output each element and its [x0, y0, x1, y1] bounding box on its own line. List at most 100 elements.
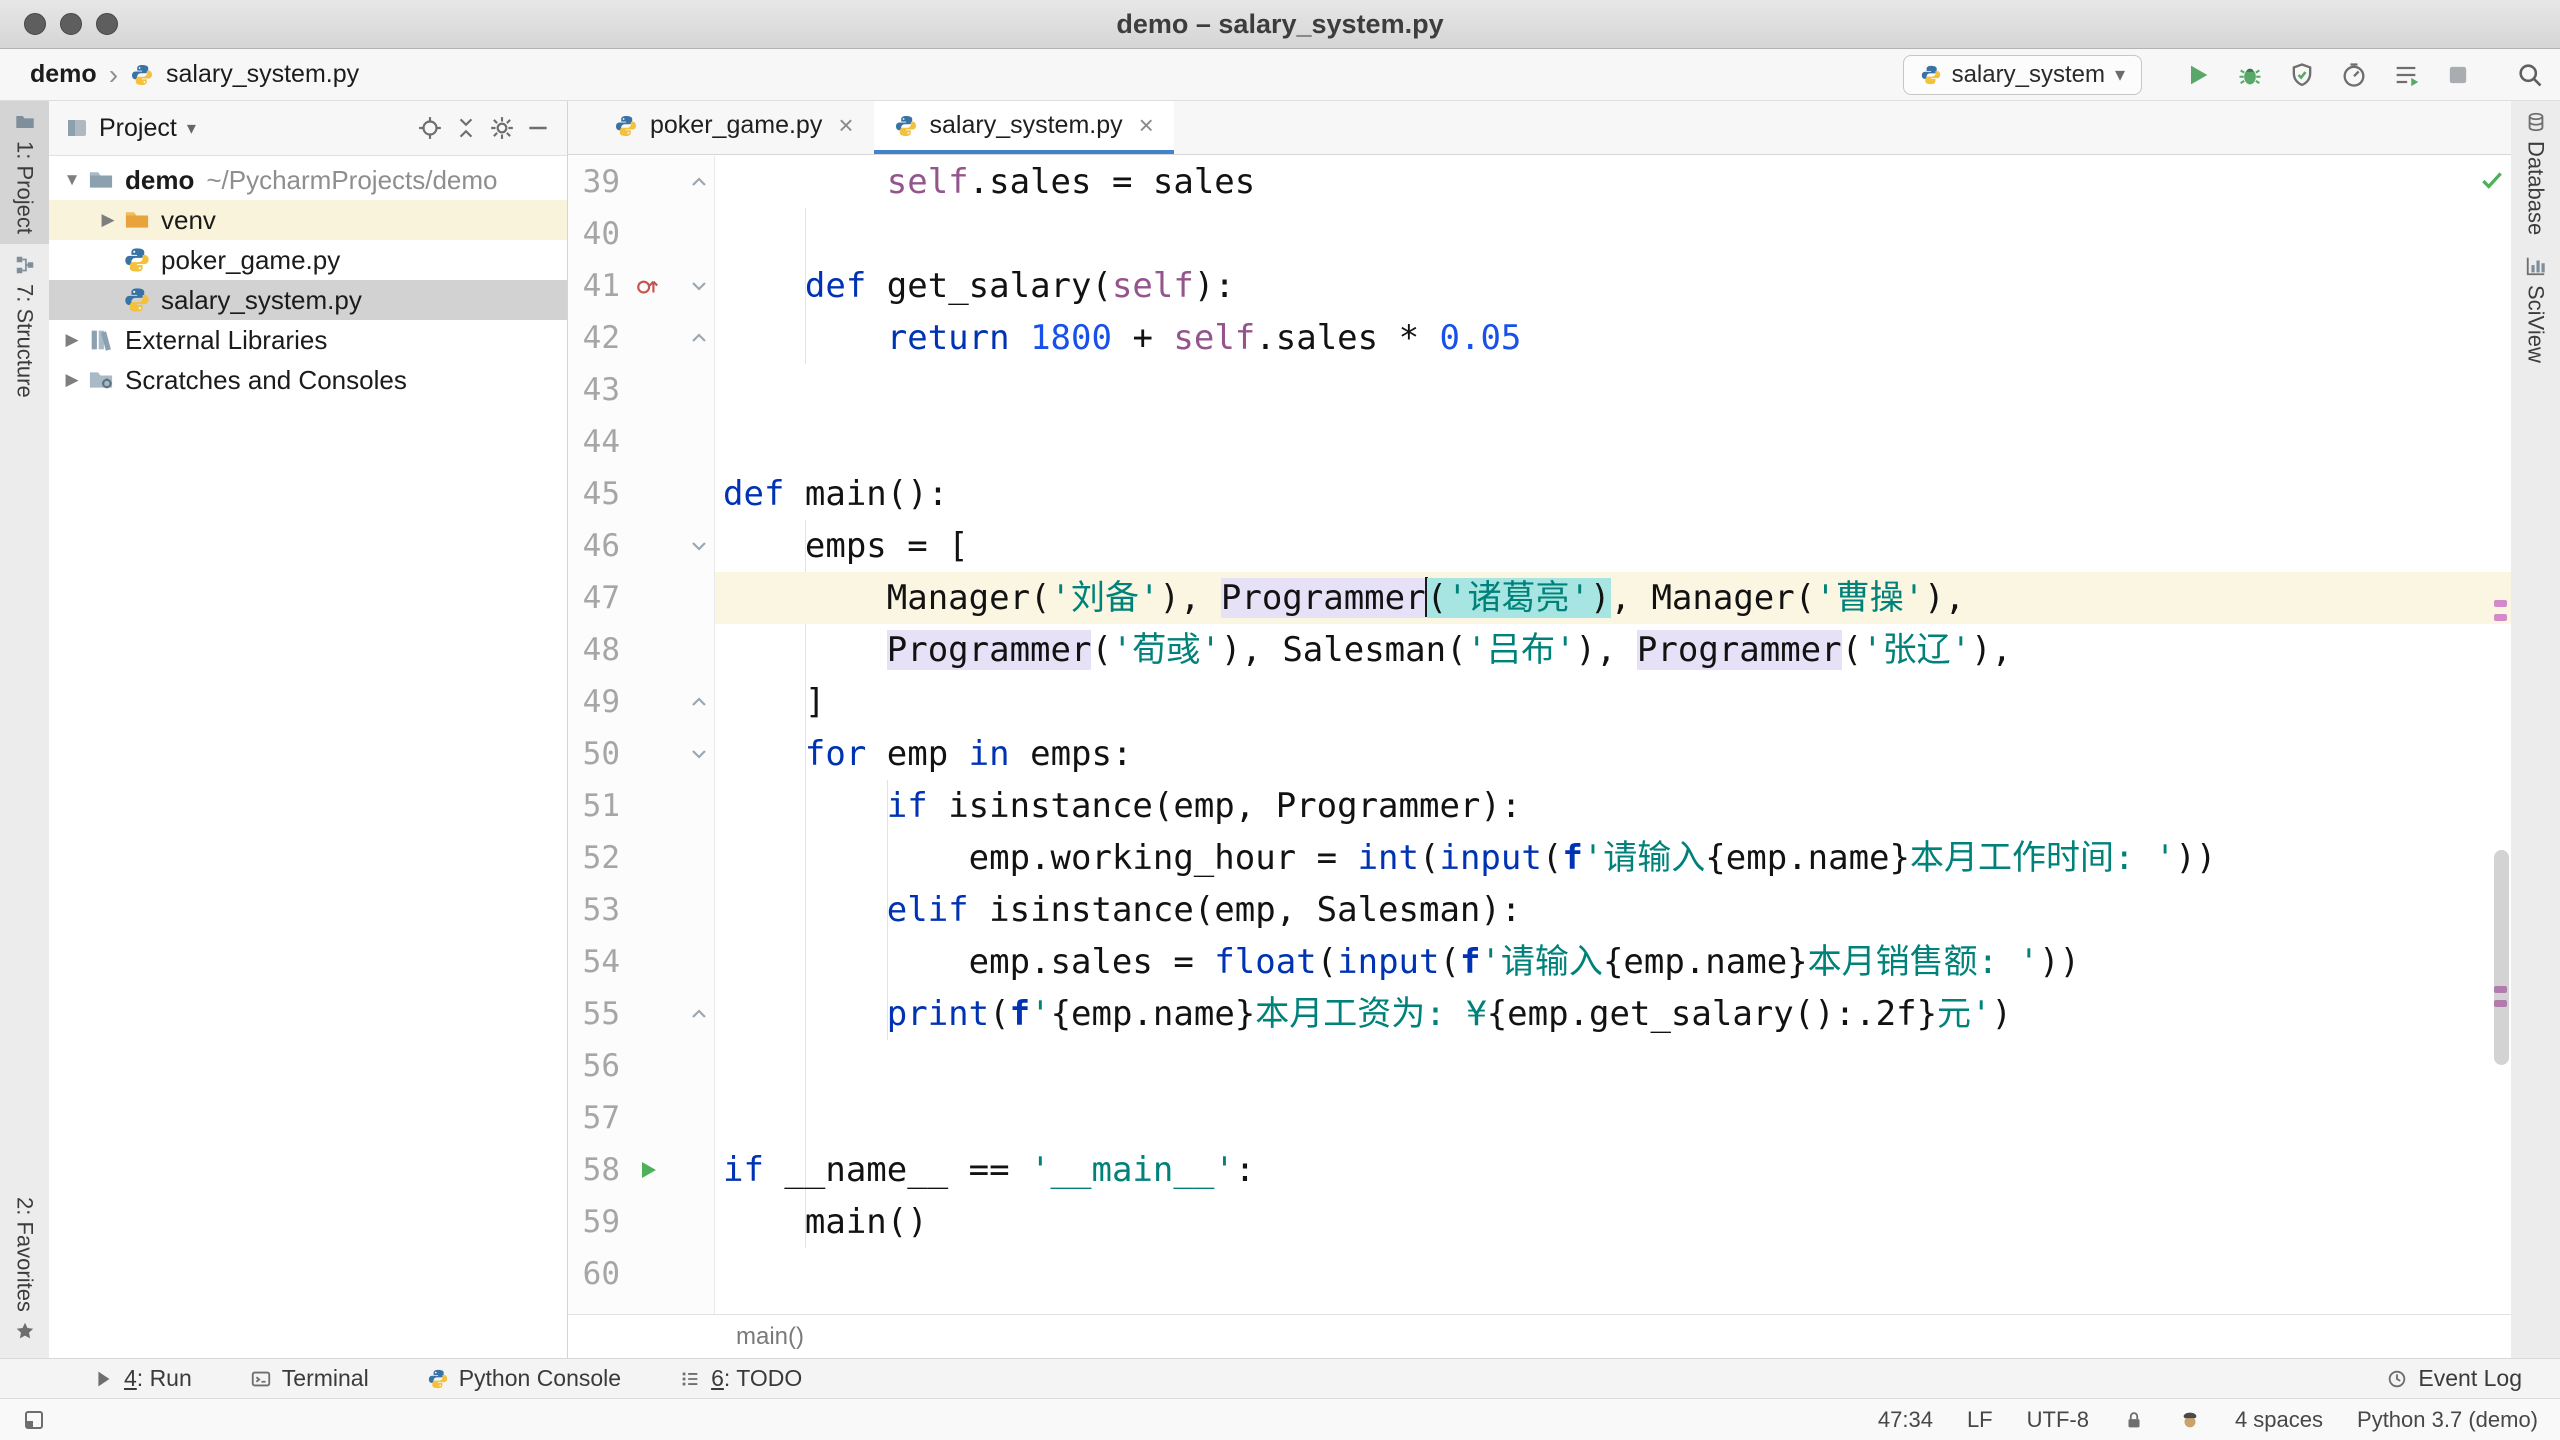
line-number: 54 [582, 944, 620, 980]
tab-close-icon[interactable]: × [1139, 110, 1154, 141]
tool-button-label: Terminal [281, 1365, 369, 1391]
editor-tab-salary-system-py[interactable]: salary_system.py × [873, 101, 1174, 154]
run-gutter-icon[interactable] [630, 1144, 666, 1196]
tool-button-label: 2: Favorites [12, 1197, 38, 1312]
fold-marker-up[interactable] [684, 988, 714, 1040]
tree-item-demo[interactable]: ▼ demo ~/PycharmProjects/demo [49, 160, 567, 200]
search-everywhere-icon[interactable] [2516, 61, 2544, 89]
tree-item-poker-game-py[interactable]: poker_game.py [49, 240, 567, 280]
chevron-down-icon: ▾ [2114, 64, 2125, 86]
line-number: 51 [582, 788, 620, 824]
project-tool-icon [14, 111, 36, 133]
code-line[interactable]: self.sales = sales [723, 156, 1255, 208]
hide-panel-button[interactable] [525, 115, 551, 141]
tool-button-label: SciView [2523, 285, 2549, 364]
inspections-profile-icon[interactable] [2179, 1409, 2201, 1431]
chevron-down-icon[interactable]: ▾ [187, 118, 196, 139]
vertical-scrollbar[interactable] [2494, 850, 2509, 1065]
breadcrumb-project[interactable]: demo [30, 60, 97, 89]
fold-marker-up[interactable] [684, 676, 714, 728]
tool-button-python-console[interactable]: Python Console [427, 1365, 621, 1392]
editor-tab-poker-game-py[interactable]: poker_game.py × [594, 101, 874, 154]
fold-marker-down[interactable] [684, 728, 714, 780]
tree-item-label: poker_game.py [161, 244, 341, 275]
tree-item-salary-system-py[interactable]: salary_system.py [49, 280, 567, 320]
chevron-down-icon[interactable]: ▼ [57, 170, 87, 190]
caret-position[interactable]: 47:34 [1878, 1407, 1933, 1433]
tool-button-database[interactable]: Database [2511, 101, 2560, 245]
locate-file-button[interactable] [417, 115, 443, 141]
chevron-right-icon[interactable]: ▶ [57, 370, 87, 390]
python-file-icon [130, 63, 154, 87]
line-number: 49 [582, 684, 620, 720]
settings-gear-button[interactable] [489, 115, 515, 141]
code-line[interactable]: Programmer('荀彧'), Salesman('吕布'), Progra… [723, 624, 2012, 676]
terminal-icon [250, 1368, 272, 1390]
breadcrumb-file[interactable]: salary_system.py [166, 60, 359, 89]
code-line[interactable]: emps = [ [723, 520, 969, 572]
tool-button-terminal[interactable]: Terminal [250, 1365, 369, 1392]
tree-item-scratches-and-consoles[interactable]: ▶ Scratches and Consoles [49, 360, 567, 400]
code-line[interactable]: emp.working_hour = int(input(f'请输入{emp.n… [723, 832, 2217, 884]
status-bar: 47:34 LF UTF-8 4 spaces Python 3.7 (demo… [0, 1398, 2560, 1440]
tool-button-structure[interactable]: 7: Structure [0, 244, 49, 408]
code-line[interactable]: print(f'{emp.name}本月工资为: ¥{emp.get_salar… [723, 988, 2012, 1040]
chevron-right-icon[interactable]: ▶ [93, 210, 123, 230]
fold-marker-up[interactable] [684, 156, 714, 208]
tool-button-4-run[interactable]: 4: Run [92, 1365, 192, 1392]
python-file-icon [614, 114, 638, 138]
run-configuration-selector[interactable]: salary_system ▾ [1902, 54, 2142, 95]
code-line[interactable]: return 1800 + self.sales * 0.05 [723, 312, 1522, 364]
code-line[interactable]: def get_salary(self): [723, 260, 1235, 312]
code-line[interactable]: main() [723, 1196, 928, 1248]
readonly-lock-icon[interactable] [2123, 1409, 2145, 1431]
code-line[interactable]: elif isinstance(emp, Salesman): [723, 884, 1522, 936]
tree-item-path: ~/PycharmProjects/demo [206, 164, 498, 195]
line-number: 48 [582, 632, 620, 668]
debug-button[interactable] [2236, 61, 2264, 89]
fold-marker-down[interactable] [684, 260, 714, 312]
indent-setting[interactable]: 4 spaces [2235, 1407, 2323, 1433]
toolwindow-switcher-icon[interactable] [22, 1408, 46, 1432]
run-button[interactable] [2184, 61, 2212, 89]
code-editor[interactable]: 39 self.sales = sales 40 41 def get_salary… [568, 156, 2511, 1314]
code-line[interactable]: if isinstance(emp, Programmer): [723, 780, 1522, 832]
code-line[interactable]: ] [723, 676, 825, 728]
code-line[interactable]: emp.sales = float(input(f'请输入{emp.name}本… [723, 936, 2080, 988]
editor-breadcrumb-bar: main() [568, 1314, 2511, 1358]
file-encoding[interactable]: UTF-8 [2027, 1407, 2089, 1433]
code-line[interactable]: for emp in emps: [723, 728, 1133, 780]
inspection-ok-icon[interactable] [2479, 162, 2505, 189]
sciview-icon [2525, 255, 2547, 277]
tree-item-label: salary_system.py [161, 284, 362, 315]
code-line[interactable]: def main(): [723, 468, 948, 520]
project-panel-icon [65, 116, 89, 140]
tool-button-favorites[interactable]: 2: Favorites [0, 1187, 49, 1352]
coverage-button[interactable] [2288, 61, 2316, 89]
tool-button-project[interactable]: 1: Project [0, 101, 49, 244]
line-separator[interactable]: LF [1967, 1407, 1993, 1433]
breadcrumb-function[interactable]: main() [736, 1323, 804, 1351]
error-stripe-mark[interactable] [2494, 600, 2507, 607]
fold-marker-down[interactable] [684, 520, 714, 572]
error-stripe-mark[interactable] [2494, 614, 2507, 621]
tab-close-icon[interactable]: × [838, 110, 853, 141]
chevron-right-icon[interactable]: ▶ [57, 330, 87, 350]
code-line[interactable]: Manager('刘备'), Programmer('诸葛亮'), Manage… [723, 572, 1965, 624]
tool-button-sciview[interactable]: SciView [2511, 245, 2560, 373]
collapse-all-button[interactable] [453, 115, 479, 141]
tool-button-event-log[interactable]: Event Log [2386, 1365, 2522, 1392]
override-marker-icon[interactable] [630, 260, 666, 312]
tool-button-6-todo[interactable]: 6: TODO [679, 1365, 802, 1392]
project-panel-title[interactable]: Project [99, 114, 177, 143]
profiler-button[interactable] [2340, 61, 2368, 89]
editor-tab-bar: poker_game.py × salary_system.py × [568, 101, 2511, 155]
code-line[interactable]: if __name__ == '__main__': [723, 1144, 1255, 1196]
tab-label: salary_system.py [929, 111, 1123, 139]
running-list-button[interactable] [2392, 61, 2420, 89]
tree-item-external-libraries[interactable]: ▶ External Libraries [49, 320, 567, 360]
interpreter-setting[interactable]: Python 3.7 (demo) [2357, 1407, 2538, 1433]
fold-marker-up[interactable] [684, 312, 714, 364]
tree-item-venv[interactable]: ▶ venv [49, 200, 567, 240]
tool-button-label: Event Log [2418, 1365, 2522, 1391]
